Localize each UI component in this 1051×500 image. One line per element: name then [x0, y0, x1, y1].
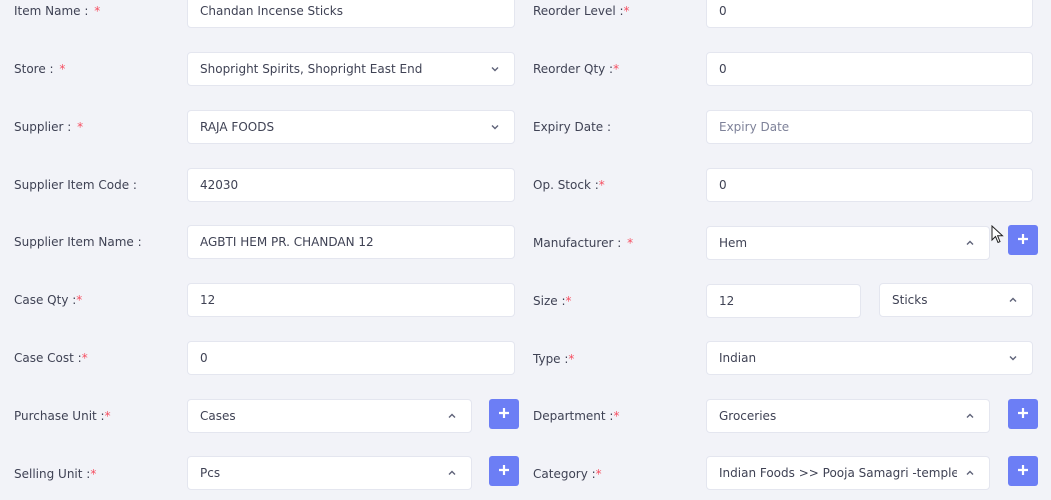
op-stock-input[interactable]: 0 [706, 168, 1033, 202]
size-label: Size :* [533, 294, 572, 308]
type-label: Type :* [533, 352, 575, 366]
manufacturer-select[interactable]: Hem [706, 226, 990, 260]
chevron-up-icon [963, 409, 977, 423]
plus-icon [1017, 407, 1029, 422]
chevron-up-icon [963, 236, 977, 250]
chevron-up-icon [1006, 293, 1020, 307]
required-mark: * [104, 409, 111, 423]
purchase-unit-select[interactable]: Cases [187, 399, 472, 433]
type-select[interactable]: Indian [706, 341, 1033, 375]
supplier-item-code-label: Supplier Item Code : [14, 178, 137, 192]
reorder-level-input[interactable]: 0 [706, 0, 1033, 28]
required-mark: * [613, 62, 620, 76]
reorder-level-label: Reorder Level :* [533, 4, 630, 18]
selling-unit-label: Selling Unit :* [14, 467, 97, 481]
department-select[interactable]: Groceries [706, 399, 990, 433]
chevron-up-icon [963, 466, 977, 480]
chevron-down-icon [488, 120, 502, 134]
purchase-unit-label: Purchase Unit :* [14, 409, 111, 423]
category-label: Category :* [533, 467, 602, 481]
expiry-date-label: Expiry Date : [533, 120, 612, 134]
required-mark: * [90, 467, 97, 481]
supplier-select[interactable]: RAJA FOODS [187, 110, 515, 144]
supplier-item-name-label: Supplier Item Name : [14, 235, 142, 249]
mouse-pointer-icon [991, 224, 1005, 248]
item-name-label: Item Name : * [14, 4, 101, 18]
case-cost-input[interactable]: 0 [187, 341, 515, 375]
add-category-button[interactable] [1008, 456, 1038, 486]
op-stock-label: Op. Stock :* [533, 178, 605, 192]
required-mark: * [94, 4, 101, 18]
required-mark: * [627, 236, 634, 250]
store-select[interactable]: Shopright Spirits, Shopright East End [187, 52, 515, 86]
required-mark: * [568, 352, 575, 366]
case-qty-input[interactable]: 12 [187, 283, 515, 317]
plus-icon [1017, 464, 1029, 479]
manufacturer-label: Manufacturer : * [533, 236, 634, 250]
required-mark: * [76, 293, 83, 307]
size-input[interactable]: 12 [706, 284, 861, 318]
required-mark: * [77, 120, 84, 134]
reorder-qty-input[interactable]: 0 [706, 52, 1033, 86]
case-qty-label: Case Qty :* [14, 293, 83, 307]
supplier-label: Supplier : * [14, 120, 84, 134]
item-name-input[interactable]: Chandan Incense Sticks [187, 0, 515, 28]
size-unit-select[interactable]: Sticks [879, 283, 1033, 317]
add-department-button[interactable] [1008, 399, 1038, 429]
add-purchase-unit-button[interactable] [489, 399, 519, 429]
plus-icon [1017, 233, 1029, 248]
required-mark: * [598, 178, 605, 192]
required-mark: * [565, 294, 572, 308]
required-mark: * [623, 4, 630, 18]
required-mark: * [59, 62, 66, 76]
selling-unit-select[interactable]: Pcs [187, 456, 472, 490]
department-label: Department :* [533, 409, 620, 423]
required-mark: * [595, 467, 602, 481]
chevron-down-icon [488, 62, 502, 76]
required-mark: * [613, 409, 620, 423]
chevron-up-icon [445, 466, 459, 480]
case-cost-label: Case Cost :* [14, 351, 88, 365]
add-manufacturer-button[interactable] [1008, 225, 1038, 255]
store-label: Store : * [14, 62, 66, 76]
plus-icon [498, 407, 510, 422]
required-mark: * [81, 351, 88, 365]
expiry-date-input[interactable]: Expiry Date [706, 110, 1033, 144]
supplier-item-code-input[interactable]: 42030 [187, 168, 515, 202]
reorder-qty-label: Reorder Qty :* [533, 62, 620, 76]
chevron-up-icon [445, 409, 459, 423]
add-selling-unit-button[interactable] [489, 456, 519, 486]
category-select[interactable]: Indian Foods >> Pooja Samagri -temples &… [706, 456, 990, 490]
chevron-down-icon [1006, 351, 1020, 365]
plus-icon [498, 464, 510, 479]
supplier-item-name-input[interactable]: AGBTI HEM PR. CHANDAN 12 [187, 225, 515, 259]
